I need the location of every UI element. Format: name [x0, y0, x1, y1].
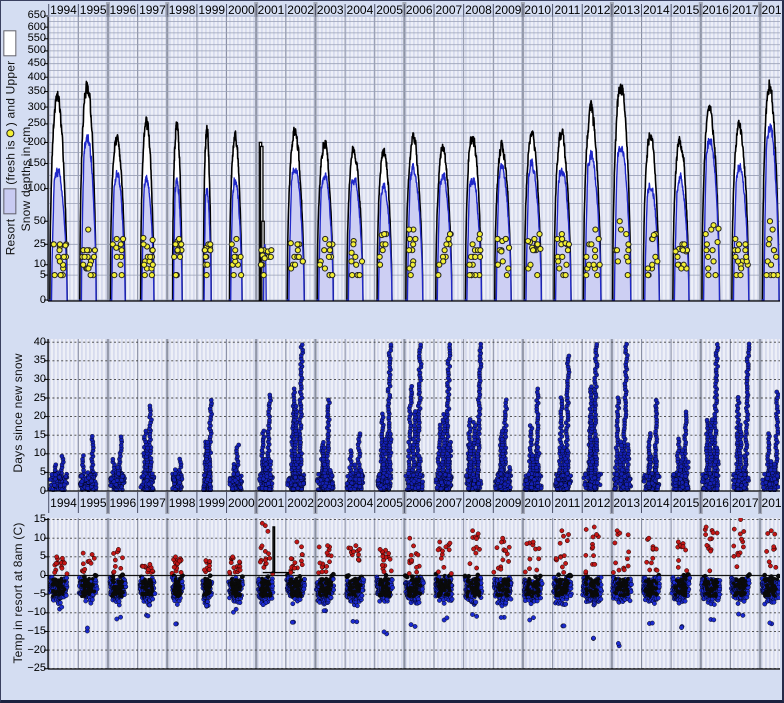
y-tick-label: 350 [12, 85, 46, 97]
year-label: 1997 [137, 496, 167, 510]
y-tick-label: 5 [12, 550, 46, 562]
year-label: 1995 [78, 496, 108, 510]
y-tick-label: 15 [12, 513, 46, 525]
year-label: 2010 [523, 496, 553, 510]
year-label: 2000 [226, 3, 256, 17]
y-tick-label: 25 [12, 392, 46, 404]
year-label: 1999 [197, 3, 227, 17]
year-label: 2015 [671, 3, 701, 17]
y-tick-label: 5 [12, 269, 46, 281]
year-label: 1997 [137, 3, 167, 17]
year-label: 2011 [552, 3, 582, 17]
year-label: 2004 [345, 3, 375, 17]
year-label: 2009 [493, 3, 523, 17]
year-label: 2015 [671, 496, 701, 510]
year-label: 2003 [315, 3, 345, 17]
year-label: 1998 [167, 3, 197, 17]
year-label: 2003 [315, 496, 345, 510]
y-tick-label: 550 [12, 32, 46, 44]
y-tick-label: −10 [12, 606, 46, 618]
y-tick-label: −20 [12, 644, 46, 656]
y-tick-label: −25 [12, 662, 46, 674]
y-tick-label: 650 [12, 9, 46, 21]
year-label: 2002 [286, 3, 316, 17]
y-tick-label: 50 [12, 215, 46, 227]
y-tick-label: 15 [12, 429, 46, 441]
y-tick-label: 30 [12, 373, 46, 385]
year-label: 2014 [641, 3, 671, 17]
year-label: 2005 [375, 496, 405, 510]
y-tick-label: 300 [12, 101, 46, 113]
year-label: 2011 [552, 496, 582, 510]
year-label: 2010 [523, 3, 553, 17]
year-label: 2017 [730, 3, 760, 17]
year-label: 2012 [582, 496, 612, 510]
year-label: 2008 [463, 496, 493, 510]
year-label: 1999 [197, 496, 227, 510]
year-label: 1995 [78, 3, 108, 17]
year-label: 2004 [345, 496, 375, 510]
snow-history-chart: Resort(fresh is) and Upper Snow depths i… [0, 0, 784, 703]
y-tick-label: 10 [12, 532, 46, 544]
year-label: 2017 [730, 496, 760, 510]
year-label: 1994 [49, 3, 79, 17]
y-tick-label: 0 [12, 294, 46, 306]
year-label: 2008 [463, 3, 493, 17]
chart-canvas [1, 1, 784, 703]
year-label: 2016 [701, 3, 731, 17]
y-tick-label: 100 [12, 182, 46, 194]
y-tick-label: 5 [12, 466, 46, 478]
year-label: 2013 [612, 496, 642, 510]
year-label: 2006 [404, 496, 434, 510]
y-tick-label: 25 [12, 238, 46, 250]
year-label: 2013 [612, 3, 642, 17]
y-tick-label: 20 [12, 410, 46, 422]
y-tick-label: 10 [12, 447, 46, 459]
y-tick-label: 500 [12, 44, 46, 56]
y-tick-label: 35 [12, 354, 46, 366]
y-tick-label: 0 [12, 485, 46, 497]
y-tick-label: 250 [12, 117, 46, 129]
year-label: 2001 [256, 496, 286, 510]
year-label: 2014 [641, 496, 671, 510]
year-label: 2009 [493, 496, 523, 510]
y-tick-label: 600 [12, 21, 46, 33]
year-label: 2018 [760, 3, 784, 17]
year-label: 2018 [760, 496, 784, 510]
y-tick-label: 150 [12, 157, 46, 169]
year-label: 2007 [434, 3, 464, 17]
year-label: 1996 [108, 496, 138, 510]
y-tick-label: 0 [12, 569, 46, 581]
y-tick-label: 10 [12, 258, 46, 270]
year-label: 2000 [226, 496, 256, 510]
year-label: 2006 [404, 3, 434, 17]
y-tick-label: 200 [12, 136, 46, 148]
year-label: 2012 [582, 3, 612, 17]
year-label: 2016 [701, 496, 731, 510]
year-label: 1994 [49, 496, 79, 510]
year-label: 2002 [286, 496, 316, 510]
y-tick-label: −15 [12, 625, 46, 637]
year-label: 2001 [256, 3, 286, 17]
y-tick-label: −5 [12, 588, 46, 600]
y-tick-label: 450 [12, 57, 46, 69]
y-tick-label: 400 [12, 71, 46, 83]
year-label: 2007 [434, 496, 464, 510]
year-label: 1998 [167, 496, 197, 510]
year-label: 2005 [375, 3, 405, 17]
year-label: 1996 [108, 3, 138, 17]
y-tick-label: 40 [12, 336, 46, 348]
